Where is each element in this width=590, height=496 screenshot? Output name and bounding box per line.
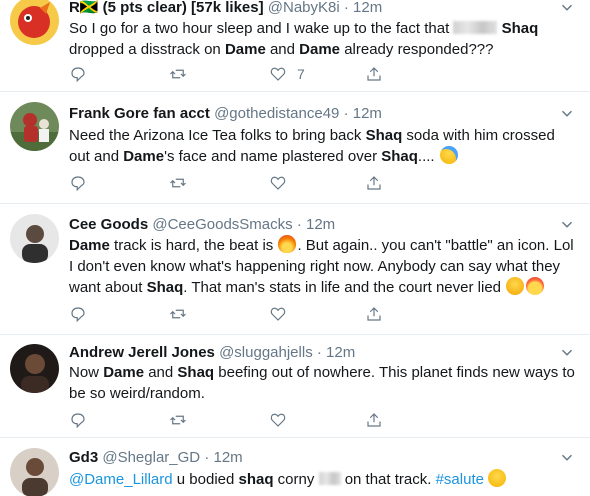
handle[interactable]: @CeeGoodsSmacks (152, 216, 292, 233)
separator-dot: · (343, 105, 349, 122)
salute-emoji-icon (487, 469, 506, 487)
tweet-header: Gd3 @Sheglar_GD · 12m (69, 448, 580, 468)
tweet-actions (69, 304, 509, 324)
avatar[interactable] (10, 214, 59, 263)
handle[interactable]: @Sheglar_GD (102, 449, 200, 466)
like-icon[interactable] (269, 173, 287, 193)
timestamp[interactable]: 12m (353, 0, 382, 16)
handle[interactable]: @NabyK8i (268, 0, 340, 16)
chevron-down-icon[interactable] (558, 448, 578, 468)
tweet-text: Need the Arizona Ice Tea folks to bring … (69, 127, 555, 165)
fire-emoji-icon (278, 235, 297, 253)
like-icon[interactable] (269, 410, 287, 430)
mention-link[interactable]: @Dame_Lillard (69, 471, 173, 488)
separator-dot: · (343, 0, 349, 16)
avatar[interactable] (10, 0, 59, 45)
avatar[interactable] (10, 344, 59, 393)
chevron-down-icon[interactable] (558, 215, 578, 235)
like-icon (270, 67, 286, 81)
separator-dot: · (316, 344, 322, 361)
chevron-down-icon[interactable] (558, 104, 578, 124)
retweet-icon[interactable] (169, 173, 187, 193)
timestamp[interactable]: 12m (353, 105, 382, 122)
separator-dot: · (296, 216, 302, 233)
reply-icon[interactable] (69, 304, 87, 324)
timestamp[interactable]: 12m (306, 216, 335, 233)
display-name[interactable]: Frank Gore fan acct (69, 105, 210, 122)
tweet-actions: 7 (69, 64, 509, 84)
reply-icon[interactable] (69, 173, 87, 193)
tweet[interactable]: Cee Goods @CeeGoodsSmacks · 12m Dame tra… (0, 204, 590, 335)
retweet-icon[interactable] (169, 304, 187, 324)
timestamp[interactable]: 12m (213, 449, 242, 466)
avatar[interactable] (10, 448, 59, 496)
handle[interactable]: @gothedistance49 (214, 105, 339, 122)
tweet-actions (69, 173, 509, 193)
reply-icon[interactable] (69, 64, 87, 84)
reply-icon[interactable] (69, 410, 87, 430)
like-count: 7 (297, 66, 305, 82)
like-icon[interactable] (269, 304, 287, 324)
tweet-text: Now Dame and Shaq beefing out of nowhere… (69, 364, 575, 402)
tweet-text: So I go for a two hour sleep and I wake … (69, 20, 539, 58)
tears-of-joy-emoji-icon (439, 146, 458, 164)
share-icon[interactable] (365, 64, 383, 84)
tweet-text: @Dame_Lillard u bodied shaq corny on tha… (69, 469, 578, 490)
tweet[interactable]: Frank Gore fan acct @gothedistance49 · 1… (0, 92, 590, 204)
tweet[interactable]: Gd3 @Sheglar_GD · 12m @Dame_Lillard u bo… (0, 438, 590, 496)
exploding-head-emoji-icon (526, 277, 545, 295)
avatar[interactable] (10, 102, 59, 151)
hashtag-link[interactable]: #salute (436, 471, 484, 488)
display-name[interactable]: R🇯🇲 (5 pts clear) [57k likes] (69, 0, 264, 16)
tweet[interactable]: Andrew Jerell Jones @sluggahjells · 12m … (0, 335, 590, 438)
censored-word (453, 21, 498, 34)
tweet-actions (69, 410, 509, 430)
display-name[interactable]: Andrew Jerell Jones (69, 344, 215, 361)
chevron-down-icon[interactable] (558, 343, 578, 363)
share-icon[interactable] (365, 410, 383, 430)
retweet-icon[interactable] (169, 64, 187, 84)
share-icon[interactable] (365, 173, 383, 193)
tweet-text: Dame track is hard, the beat is . But ag… (69, 235, 574, 296)
retweet-icon[interactable] (169, 410, 187, 430)
tweet-header: Frank Gore fan acct @gothedistance49 · 1… (69, 104, 580, 124)
tweet-header: Andrew Jerell Jones @sluggahjells · 12m (69, 343, 580, 363)
share-icon[interactable] (365, 304, 383, 324)
angry-face-emoji-icon (506, 277, 525, 295)
like-button[interactable]: 7 (269, 64, 305, 84)
tweet[interactable]: R🇯🇲 (5 pts clear) [57k likes] @NabyK8i ·… (0, 0, 590, 92)
tweet-header: Cee Goods @CeeGoodsSmacks · 12m (69, 215, 580, 235)
display-name[interactable]: Gd3 (69, 449, 98, 466)
timestamp[interactable]: 12m (326, 344, 355, 361)
tweet-header: R🇯🇲 (5 pts clear) [57k likes] @NabyK8i ·… (69, 0, 580, 18)
chevron-down-icon[interactable] (558, 0, 578, 18)
censored-word (318, 472, 341, 485)
handle[interactable]: @sluggahjells (219, 344, 313, 361)
display-name[interactable]: Cee Goods (69, 216, 148, 233)
separator-dot: · (204, 449, 210, 466)
